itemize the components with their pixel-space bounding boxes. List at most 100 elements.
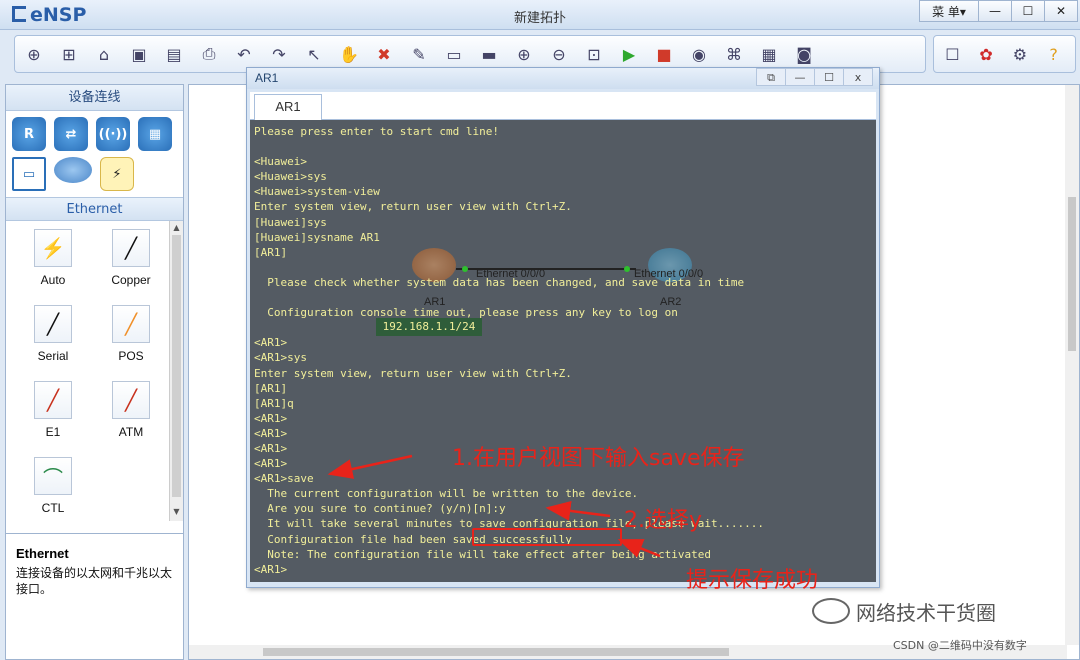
router-category-icon[interactable]: R: [12, 117, 46, 151]
console-maximize-button[interactable]: ☐: [814, 68, 844, 86]
close-button[interactable]: ✕: [1044, 0, 1078, 22]
select-icon[interactable]: ↖: [301, 41, 327, 67]
terminal-line: [AR1]q: [254, 396, 294, 410]
terminal-line: The current configuration will be writte…: [254, 487, 639, 501]
cli-terminal[interactable]: Ethernet 0/0/0 Ethernet 0/0/0 AR1 AR2 19…: [250, 120, 876, 582]
pan-icon[interactable]: ✋: [336, 41, 362, 67]
device-panel-header: 设备连线: [6, 85, 183, 111]
terminal-line: <Huawei>sys: [254, 170, 327, 184]
cable-copper[interactable]: ╱ Copper: [96, 229, 166, 287]
console-minimize-button[interactable]: —: [785, 68, 815, 86]
watermark-name: 网络技术干货圈: [856, 601, 996, 625]
settings-icon[interactable]: ⚙: [1008, 41, 1033, 67]
cable-ctl[interactable]: ⌒ CTL: [18, 457, 88, 515]
cable-serial-icon: ╱: [34, 305, 72, 343]
cable-label: ATM: [118, 425, 144, 439]
huawei-icon[interactable]: ✿: [974, 41, 999, 67]
cable-label: Serial: [37, 349, 69, 363]
firewall-category-icon[interactable]: ▦: [138, 117, 172, 151]
palette-icon[interactable]: ▬: [476, 41, 502, 67]
delete-link-icon[interactable]: ✎: [406, 41, 432, 67]
console-icon[interactable]: ◙: [791, 41, 817, 67]
zoom-in-icon[interactable]: ⊕: [511, 41, 537, 67]
main-menu-button[interactable]: 菜 单▾: [919, 0, 979, 22]
console-close-button[interactable]: x: [843, 68, 873, 86]
console-restore-button[interactable]: ⧉: [756, 68, 786, 86]
terminal-line: [AR1]: [254, 245, 288, 259]
cable-type-header: Ethernet: [6, 197, 183, 221]
redo-icon[interactable]: ↷: [266, 41, 292, 67]
terminal-line: <AR1>: [254, 426, 288, 440]
console-title-bar[interactable]: AR1 ⧉ — ☐ x: [247, 68, 879, 89]
terminal-line: Note: The configuration file will take e…: [254, 547, 711, 561]
minimize-button[interactable]: —: [978, 0, 1012, 22]
cable-copper-icon: ╱: [112, 229, 150, 267]
cable-label: Copper: [111, 273, 151, 287]
terminal-line: Enter system view, return user view with…: [254, 200, 572, 214]
cable-auto[interactable]: ⚡ Auto: [18, 229, 88, 287]
terminal-line: <AR1>: [254, 411, 288, 425]
switch-category-icon[interactable]: ⇄: [54, 117, 88, 151]
fit-icon[interactable]: ⊡: [581, 41, 607, 67]
cable-ctl-icon: ⌒: [34, 457, 72, 495]
terminal-line: <AR1>: [254, 336, 288, 350]
cable-label: POS: [118, 349, 144, 363]
success-highlight-box: [472, 528, 622, 546]
terminal-line: [Huawei]sysname AR1: [254, 230, 380, 244]
description-title: Ethernet: [16, 546, 69, 561]
console-tab-bar: AR1: [250, 92, 876, 120]
tab-ar1[interactable]: AR1: [254, 94, 322, 120]
title-bar: eNSP 新建拓扑 菜 单▾ — ☐ ✕: [0, 0, 1080, 30]
undo-icon[interactable]: ↶: [231, 41, 257, 67]
cable-list-scrollbar[interactable]: ▲ ▼: [169, 221, 183, 521]
cable-atm[interactable]: ╱ ATM: [96, 381, 166, 439]
cable-serial[interactable]: ╱ Serial: [18, 305, 88, 363]
terminal-line: Please check whether system data has bee…: [254, 275, 745, 289]
cable-category-icon[interactable]: ⚡: [100, 157, 134, 191]
chat-icon[interactable]: ☐: [940, 41, 965, 67]
stop-icon[interactable]: ■: [651, 41, 677, 67]
help-icon[interactable]: ?: [1041, 41, 1066, 67]
annotation-step2: 2.选择y: [624, 508, 703, 533]
save-icon[interactable]: ▣: [126, 41, 152, 67]
scroll-up-icon[interactable]: ▲: [170, 223, 183, 235]
scroll-down-icon[interactable]: ▼: [170, 507, 183, 519]
wechat-watermark: 网络技术干货圈: [812, 597, 996, 626]
new-topology-icon[interactable]: ⊕: [21, 41, 47, 67]
start-icon[interactable]: ▶: [616, 41, 642, 67]
cable-e1[interactable]: ╱ E1: [18, 381, 88, 439]
open-icon[interactable]: ⌂: [91, 41, 117, 67]
topology-icon[interactable]: ⌘: [721, 41, 747, 67]
canvas-vertical-scrollbar[interactable]: [1065, 85, 1079, 645]
cable-pos[interactable]: ╱ POS: [96, 305, 166, 363]
window-title: 新建拓扑: [513, 11, 566, 26]
pc-category-icon[interactable]: ▭: [12, 157, 46, 191]
zoom-out-icon[interactable]: ⊖: [546, 41, 572, 67]
terminal-line: Configuration console time out, please p…: [254, 306, 678, 320]
cable-atm-icon: ╱: [112, 381, 150, 419]
text-icon[interactable]: ▭: [441, 41, 467, 67]
scrollbar-thumb[interactable]: [1068, 197, 1076, 351]
terminal-line: Enter system view, return user view with…: [254, 366, 572, 380]
capture-icon[interactable]: ◉: [686, 41, 712, 67]
ar1-console-window: AR1 ⧉ — ☐ x AR1 Ethernet 0/0/0 Ethernet …: [246, 67, 880, 588]
new-example-icon[interactable]: ⊞: [56, 41, 82, 67]
terminal-line: <Huawei>: [254, 155, 307, 169]
scrollbar-thumb[interactable]: [263, 648, 729, 656]
terminal-line: [AR1]: [254, 381, 288, 395]
terminal-line: <Huawei>system-view: [254, 185, 380, 199]
description-text: 连接设备的以太网和千兆以太接口。: [16, 566, 173, 596]
wlan-category-icon[interactable]: ((·)): [96, 117, 130, 151]
print-icon[interactable]: ⎙: [196, 41, 222, 67]
scrollbar-thumb[interactable]: [172, 235, 181, 497]
cable-label: CTL: [41, 501, 65, 515]
grid-icon[interactable]: ▦: [756, 41, 782, 67]
cable-label: E1: [45, 425, 61, 439]
delete-icon[interactable]: ✖: [371, 41, 397, 67]
console-window-title: AR1: [255, 71, 279, 85]
maximize-button[interactable]: ☐: [1011, 0, 1045, 22]
cloud-category-icon[interactable]: [54, 157, 92, 183]
save-as-icon[interactable]: ▤: [161, 41, 187, 67]
